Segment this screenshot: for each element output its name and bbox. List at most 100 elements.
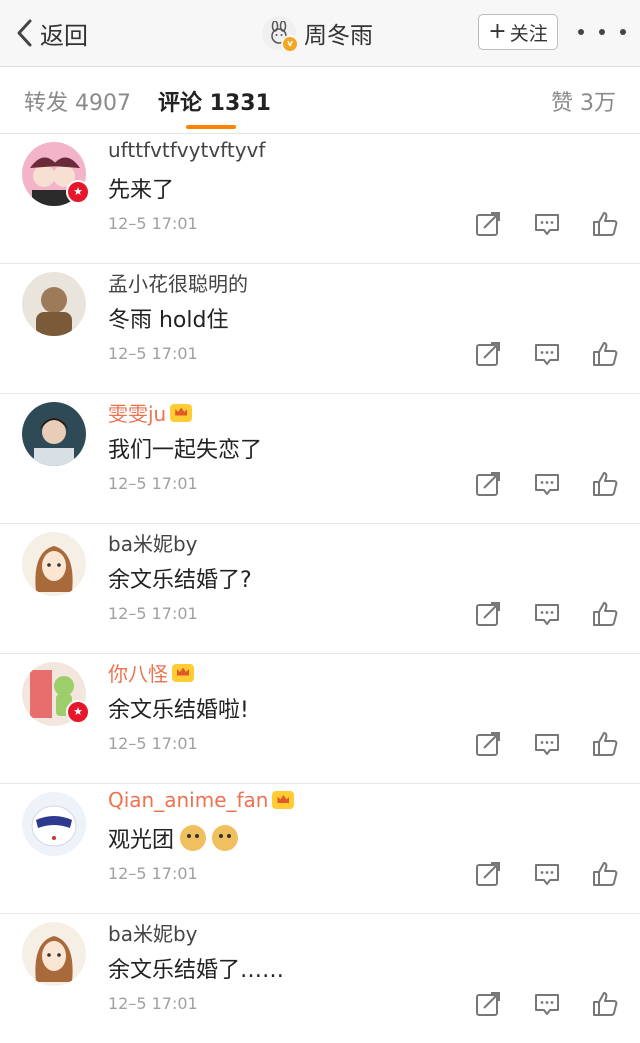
reply-button[interactable]	[533, 600, 561, 628]
comment-author-name: 孟小花很聪明的	[108, 272, 248, 296]
vip-crown-icon	[170, 403, 193, 422]
thumbs-up-icon	[593, 862, 618, 886]
avatar[interactable]	[22, 272, 86, 336]
thumbs-up-icon	[593, 732, 618, 756]
comment-actions	[474, 860, 620, 890]
comment-icon	[535, 994, 559, 1015]
reply-button[interactable]	[533, 730, 561, 758]
doge-emoji-icon	[180, 825, 207, 851]
comment-item: ★ 你八怪 余文乐结婚啦! 12–5 17:01	[0, 654, 640, 784]
comment-author[interactable]: ba米妮by	[108, 918, 197, 947]
repost-button[interactable]	[474, 340, 502, 368]
repost-icon	[476, 212, 500, 236]
comment-author-name: Qian_anime_fan	[108, 788, 269, 812]
comment-text: 余文乐结婚了?	[108, 562, 252, 594]
repost-button[interactable]	[474, 470, 502, 498]
repost-button[interactable]	[474, 860, 502, 888]
comment-icon	[535, 474, 559, 495]
repost-button[interactable]	[474, 600, 502, 628]
comment-text: 冬雨 hold住	[108, 302, 228, 334]
comment-author-name: 雯雯ju	[108, 402, 167, 426]
more-dot-icon	[620, 29, 626, 35]
comment-author-name: ufttfvtfvytvftyvf	[108, 138, 266, 162]
like-button[interactable]	[591, 600, 619, 628]
comment-author[interactable]: Qian_anime_fan	[108, 788, 295, 812]
comment-author-name: 你八怪	[108, 662, 168, 686]
comment-text-content: 余文乐结婚了……	[108, 958, 285, 983]
more-button[interactable]	[578, 14, 626, 50]
follow-label: 关注	[509, 22, 548, 45]
comment-text-content: 冬雨 hold住	[108, 308, 229, 333]
like-button[interactable]	[591, 860, 619, 888]
avatar[interactable]: ★	[22, 662, 90, 726]
comment-item: ★ ufttfvtfvytvftyvf 先来了 12–5 17:01	[0, 134, 640, 264]
member-badge-icon: ★	[66, 180, 90, 204]
comment-actions	[474, 340, 620, 370]
comment-text: 观光团	[108, 822, 239, 854]
plus-icon: +	[488, 19, 507, 44]
comment-text: 余文乐结婚了……	[108, 952, 284, 984]
reply-button[interactable]	[533, 990, 561, 1018]
repost-button[interactable]	[474, 990, 502, 1018]
comment-actions	[474, 600, 620, 630]
repost-icon	[476, 472, 500, 496]
comment-text: 我们一起失恋了	[108, 432, 262, 464]
comment-actions	[474, 990, 620, 1020]
comment-time: 12–5 17:01	[108, 734, 198, 753]
reply-button[interactable]	[533, 470, 561, 498]
repost-button[interactable]	[474, 210, 502, 238]
avatar[interactable]	[22, 532, 86, 596]
comment-author[interactable]: ba米妮by	[108, 528, 197, 557]
avatar[interactable]	[22, 922, 86, 986]
comment-author[interactable]: 孟小花很聪明的	[108, 268, 248, 297]
avatar[interactable]	[22, 402, 86, 466]
like-button[interactable]	[591, 340, 619, 368]
comment-time: 12–5 17:01	[108, 604, 198, 623]
repost-icon	[476, 342, 500, 366]
follow-button[interactable]: + 关注	[478, 14, 558, 50]
tab-repost[interactable]: 转发 4907	[24, 85, 131, 117]
comment-actions	[474, 730, 620, 760]
like-button[interactable]	[591, 210, 619, 238]
reply-button[interactable]	[533, 340, 561, 368]
verified-badge-icon: v	[281, 35, 299, 53]
thumbs-up-icon	[593, 342, 618, 366]
vip-crown-icon	[172, 663, 194, 682]
comment-icon	[535, 344, 559, 365]
chevron-left-icon	[17, 19, 32, 47]
reply-button[interactable]	[533, 860, 561, 888]
top-nav-bar: 返回 v 周冬雨 + 关注	[0, 0, 640, 67]
comment-time: 12–5 17:01	[108, 994, 198, 1013]
tab-bar: 转发 4907 评论 1331 赞 3万	[0, 67, 640, 134]
comment-time: 12–5 17:01	[108, 344, 198, 363]
comment-author[interactable]: ufttfvtfvytvftyvf	[108, 138, 265, 162]
like-button[interactable]	[591, 730, 619, 758]
comment-author[interactable]: 雯雯ju	[108, 398, 193, 427]
comment-icon	[535, 604, 559, 625]
tab-likes[interactable]: 赞 3万	[551, 85, 616, 117]
repost-button[interactable]	[474, 730, 502, 758]
comment-text-content: 余文乐结婚了?	[108, 568, 252, 593]
avatar[interactable]	[22, 792, 86, 856]
like-button[interactable]	[591, 990, 619, 1018]
more-dot-icon	[578, 29, 584, 35]
comment-icon	[535, 864, 559, 885]
back-label: 返回	[40, 21, 88, 50]
comment-icon	[535, 734, 559, 755]
comment-author[interactable]: 你八怪	[108, 658, 194, 687]
repost-icon	[476, 992, 500, 1016]
reply-button[interactable]	[533, 210, 561, 238]
comment-actions	[474, 210, 620, 240]
comment-time: 12–5 17:01	[108, 214, 198, 233]
comment-item: Qian_anime_fan 观光团 12–5 17:01	[0, 784, 640, 914]
vip-crown-icon	[272, 791, 295, 809]
avatar[interactable]: ★	[22, 142, 90, 206]
back-button[interactable]: 返回	[14, 12, 88, 54]
active-tab-indicator	[186, 125, 236, 129]
avatar-image	[22, 922, 86, 986]
profile-header[interactable]: v 周冬雨	[262, 12, 373, 54]
tab-comment[interactable]: 评论 1331	[158, 85, 271, 117]
avatar[interactable]: v	[262, 16, 299, 53]
like-button[interactable]	[591, 470, 619, 498]
comment-item: ba米妮by 余文乐结婚了? 12–5 17:01	[0, 524, 640, 654]
